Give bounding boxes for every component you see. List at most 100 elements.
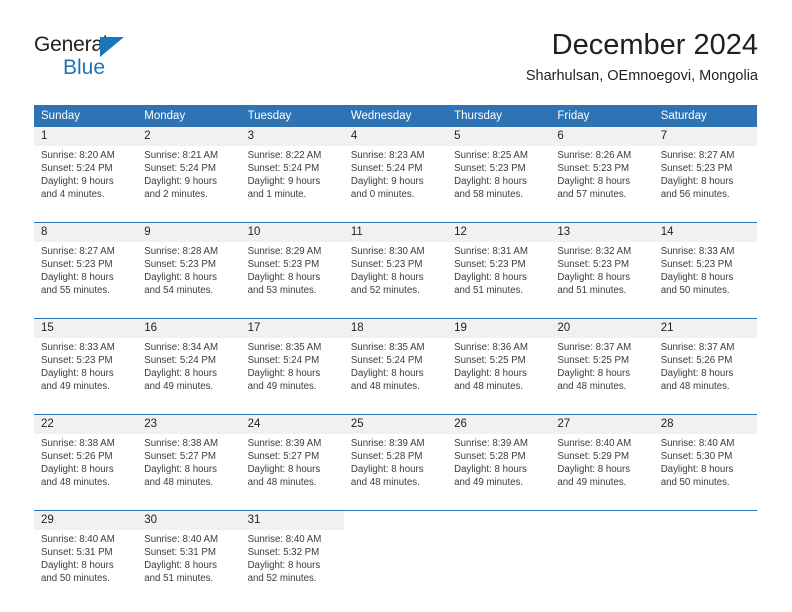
daylight-text-line1: Daylight: 8 hours [557,464,631,475]
daylight-text-line1: Daylight: 9 hours [247,176,321,187]
day-cell[interactable]: Sunrise: 8:27 AM Sunset: 5:23 PM Dayligh… [34,242,138,319]
sunrise-text: Sunrise: 8:39 AM [350,438,425,449]
day-cell[interactable]: Sunrise: 8:40 AM Sunset: 5:31 PM Dayligh… [137,530,241,606]
day-cell[interactable]: Sunrise: 8:38 AM Sunset: 5:26 PM Dayligh… [34,434,138,511]
weekday-header-thursday: Thursday [447,105,551,127]
day-cell[interactable]: Sunrise: 8:25 AM Sunset: 5:23 PM Dayligh… [447,146,551,223]
day-cell[interactable]: Sunrise: 8:27 AM Sunset: 5:23 PM Dayligh… [653,146,757,223]
day-number[interactable]: 18 [343,318,448,338]
day-cell-empty [343,530,448,606]
day-number[interactable]: 28 [653,414,757,434]
day-number[interactable]: 1 [34,127,138,146]
daylight-text-line1: Daylight: 8 hours [144,272,217,283]
day-number[interactable]: 2 [137,127,241,146]
day-number[interactable]: 13 [550,222,654,242]
title-block: December 2024 Sharhulsan, OEmnoegovi, Mo… [238,28,758,85]
sunrise-text: Sunrise: 8:23 AM [350,150,425,161]
sunrise-text: Sunrise: 8:35 AM [247,342,322,353]
day-cell[interactable]: Sunrise: 8:22 AM Sunset: 5:24 PM Dayligh… [240,146,344,223]
daylight-text-line1: Daylight: 8 hours [144,368,217,379]
page-header: General Blue December 2024 Sharhulsan, O… [0,0,792,100]
day-cell[interactable]: Sunrise: 8:38 AM Sunset: 5:27 PM Dayligh… [137,434,241,511]
day-cell[interactable]: Sunrise: 8:40 AM Sunset: 5:31 PM Dayligh… [34,530,138,606]
day-number[interactable]: 7 [653,127,757,146]
day-cell[interactable]: Sunrise: 8:39 AM Sunset: 5:27 PM Dayligh… [240,434,344,511]
day-cell[interactable]: Sunrise: 8:32 AM Sunset: 5:23 PM Dayligh… [550,242,654,319]
day-cell[interactable]: Sunrise: 8:23 AM Sunset: 5:24 PM Dayligh… [343,146,448,223]
week-row-details: Sunrise: 8:40 AM Sunset: 5:31 PM Dayligh… [34,530,757,606]
daylight-text-line1: Daylight: 8 hours [350,272,424,283]
day-number[interactable]: 3 [240,127,344,146]
day-number[interactable]: 22 [34,414,138,434]
daylight-text-line1: Daylight: 8 hours [247,368,321,379]
daylight-text-line2: and 49 minutes. [247,381,317,392]
page-subtitle: Sharhulsan, OEmnoegovi, Mongolia [525,68,758,84]
day-cell[interactable]: Sunrise: 8:40 AM Sunset: 5:30 PM Dayligh… [653,434,757,511]
daylight-text-line1: Daylight: 9 hours [144,176,217,187]
day-cell[interactable]: Sunrise: 8:26 AM Sunset: 5:23 PM Dayligh… [550,146,654,223]
day-number[interactable]: 24 [240,414,344,434]
day-number[interactable]: 29 [34,510,138,530]
sunrise-text: Sunrise: 8:28 AM [144,246,219,257]
day-cell[interactable]: Sunrise: 8:40 AM Sunset: 5:29 PM Dayligh… [550,434,654,511]
day-cell[interactable]: Sunrise: 8:37 AM Sunset: 5:26 PM Dayligh… [653,338,757,415]
day-number[interactable]: 19 [447,318,551,338]
daylight-text-line2: and 49 minutes. [454,477,524,488]
daylight-text-line2: and 51 minutes. [144,573,214,584]
day-cell[interactable]: Sunrise: 8:39 AM Sunset: 5:28 PM Dayligh… [343,434,448,511]
day-number[interactable]: 20 [550,318,654,338]
day-number[interactable]: 11 [343,222,448,242]
day-cell[interactable]: Sunrise: 8:33 AM Sunset: 5:23 PM Dayligh… [653,242,757,319]
daylight-text-line2: and 57 minutes. [557,189,627,200]
day-cell[interactable]: Sunrise: 8:20 AM Sunset: 5:24 PM Dayligh… [34,146,138,223]
day-number[interactable]: 16 [137,318,241,338]
day-cell[interactable]: Sunrise: 8:40 AM Sunset: 5:32 PM Dayligh… [240,530,344,606]
sunrise-text: Sunrise: 8:36 AM [454,342,528,353]
day-number[interactable]: 5 [447,127,551,146]
logo-text-blue: Blue [63,56,106,79]
day-cell[interactable]: Sunrise: 8:30 AM Sunset: 5:23 PM Dayligh… [343,242,448,319]
day-cell[interactable]: Sunrise: 8:33 AM Sunset: 5:23 PM Dayligh… [34,338,138,415]
day-number[interactable]: 23 [137,414,241,434]
day-number[interactable]: 30 [137,510,241,530]
day-cell[interactable]: Sunrise: 8:35 AM Sunset: 5:24 PM Dayligh… [240,338,344,415]
daylight-text-line2: and 52 minutes. [247,573,317,584]
sunset-text: Sunset: 5:32 PM [247,547,320,558]
day-cell[interactable]: Sunrise: 8:39 AM Sunset: 5:28 PM Dayligh… [447,434,551,511]
day-number[interactable]: 31 [240,510,344,530]
day-number[interactable]: 17 [240,318,344,338]
daylight-text-line2: and 0 minutes. [350,189,415,200]
day-number[interactable]: 6 [550,127,654,146]
day-number[interactable]: 8 [34,222,138,242]
day-number[interactable]: 9 [137,222,241,242]
day-cell[interactable]: Sunrise: 8:34 AM Sunset: 5:24 PM Dayligh… [137,338,241,415]
sunrise-text: Sunrise: 8:40 AM [557,438,632,449]
day-cell[interactable]: Sunrise: 8:36 AM Sunset: 5:25 PM Dayligh… [447,338,551,415]
day-number[interactable]: 26 [447,414,551,434]
day-cell[interactable]: Sunrise: 8:21 AM Sunset: 5:24 PM Dayligh… [137,146,241,223]
day-number[interactable]: 25 [343,414,448,434]
daylight-text-line1: Daylight: 8 hours [247,464,321,475]
day-number-empty [447,510,551,530]
day-cell[interactable]: Sunrise: 8:28 AM Sunset: 5:23 PM Dayligh… [137,242,241,319]
day-number[interactable]: 4 [343,127,448,146]
day-number[interactable]: 10 [240,222,344,242]
day-cell[interactable]: Sunrise: 8:35 AM Sunset: 5:24 PM Dayligh… [343,338,448,415]
daylight-text-line1: Daylight: 8 hours [557,176,631,187]
weekday-header-friday: Friday [550,105,654,127]
day-number[interactable]: 12 [447,222,551,242]
calendar-table: Sunday Monday Tuesday Wednesday Thursday… [34,105,757,606]
day-number[interactable]: 15 [34,318,138,338]
day-cell[interactable]: Sunrise: 8:37 AM Sunset: 5:25 PM Dayligh… [550,338,654,415]
daylight-text-line2: and 49 minutes. [144,381,214,392]
sunrise-text: Sunrise: 8:37 AM [557,342,632,353]
calendar-body: 1 2 3 4 5 6 7 Sunrise: 8:20 AM Sunset: 5… [34,127,757,606]
day-cell[interactable]: Sunrise: 8:29 AM Sunset: 5:23 PM Dayligh… [240,242,344,319]
day-number[interactable]: 27 [550,414,654,434]
day-number[interactable]: 21 [653,318,757,338]
day-cell[interactable]: Sunrise: 8:31 AM Sunset: 5:23 PM Dayligh… [447,242,551,319]
general-blue-logo[interactable]: General Blue [34,33,214,85]
week-row-details: Sunrise: 8:38 AM Sunset: 5:26 PM Dayligh… [34,434,757,511]
day-number[interactable]: 14 [653,222,757,242]
week-row-daynumbers: 1 2 3 4 5 6 7 [34,127,757,146]
